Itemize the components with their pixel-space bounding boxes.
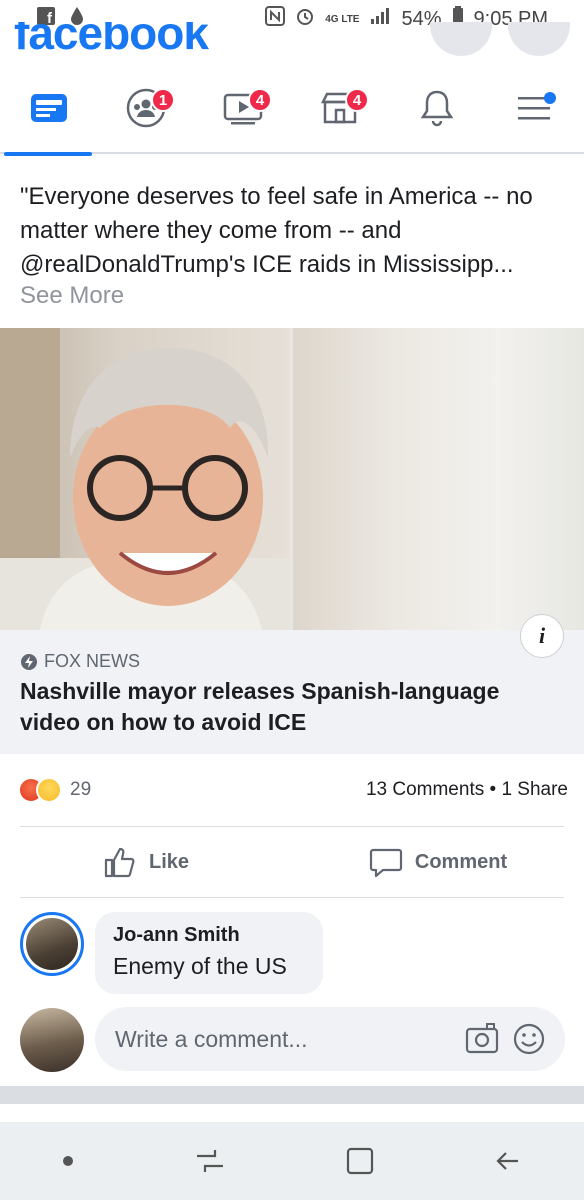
groups-badge: 1 [151, 88, 175, 112]
portrait-illustration [0, 328, 290, 630]
facebook-logo[interactable]: facebook [14, 22, 209, 60]
photo-portrait-panel [0, 328, 290, 630]
post-actions: Like Comment [0, 834, 584, 890]
tab-news-feed[interactable] [0, 62, 97, 156]
link-source: FOX NEWS [20, 651, 140, 672]
share-count[interactable]: 1 Share [501, 779, 568, 800]
comment-author[interactable]: Jo-ann Smith [113, 924, 305, 947]
tab-watch[interactable]: 4 [194, 62, 291, 154]
comment-icon [369, 848, 402, 878]
system-navigation-bar [0, 1122, 584, 1200]
see-more-link[interactable]: See More [20, 282, 124, 310]
active-tab-indicator [4, 152, 92, 156]
marketplace-badge: 4 [345, 88, 369, 112]
menu-dot-badge [544, 92, 556, 104]
link-headline[interactable]: Nashville mayor releases Spanish-languag… [20, 676, 560, 738]
app-header: facebook [0, 22, 584, 62]
source-name: FOX NEWS [44, 651, 141, 671]
comment-composer[interactable] [95, 1007, 565, 1071]
comment-button[interactable]: Comment [292, 834, 584, 890]
search-button[interactable] [430, 22, 492, 56]
news-feed-icon [30, 94, 67, 122]
camera-icon[interactable] [465, 1023, 499, 1055]
reaction-count-group[interactable]: 29 [18, 777, 91, 803]
comment-text: Enemy of the US [113, 953, 287, 979]
tab-bar: 1 4 4 [0, 62, 584, 156]
dot-indicator-icon[interactable] [58, 1151, 78, 1171]
tab-groups[interactable]: 1 [97, 62, 194, 154]
link-preview-image[interactable] [0, 328, 584, 630]
divider [20, 897, 564, 898]
tab-notifications[interactable] [388, 62, 485, 154]
post-text: "Everyone deserves to feel safe in Ameri… [20, 183, 533, 278]
reaction-count: 29 [70, 779, 92, 800]
lightning-icon [21, 653, 37, 670]
count-separator: • [489, 779, 497, 800]
reaction-summary: 29 13 Comments • 1 Share [18, 772, 568, 808]
commenter-avatar[interactable] [20, 912, 84, 976]
recent-apps-icon[interactable] [193, 1144, 227, 1178]
photo-background-panel [293, 328, 584, 630]
comment-bubble[interactable]: Jo-ann Smith Enemy of the US [95, 912, 323, 994]
like-button[interactable]: Like [0, 834, 292, 890]
emoji-icon[interactable] [513, 1023, 545, 1055]
back-button-icon[interactable] [492, 1144, 526, 1178]
user-avatar[interactable] [20, 1008, 84, 1072]
divider [20, 826, 564, 827]
comment-label: Comment [414, 850, 508, 873]
info-button[interactable]: i [520, 614, 564, 658]
comment-input[interactable] [115, 1025, 445, 1053]
messenger-button[interactable] [508, 22, 570, 56]
thumbs-up-icon [104, 847, 135, 878]
like-label: Like [148, 850, 190, 873]
tab-marketplace[interactable]: 4 [291, 62, 388, 154]
watch-badge: 4 [248, 88, 272, 112]
engagement-counts[interactable]: 13 Comments • 1 Share [366, 779, 568, 801]
comment-count[interactable]: 13 Comments [366, 779, 484, 800]
home-button-icon[interactable] [343, 1144, 377, 1178]
bell-icon [420, 90, 453, 127]
sad-reaction-icon [36, 777, 62, 803]
post-separator [0, 1086, 584, 1104]
tab-menu[interactable] [485, 62, 582, 154]
